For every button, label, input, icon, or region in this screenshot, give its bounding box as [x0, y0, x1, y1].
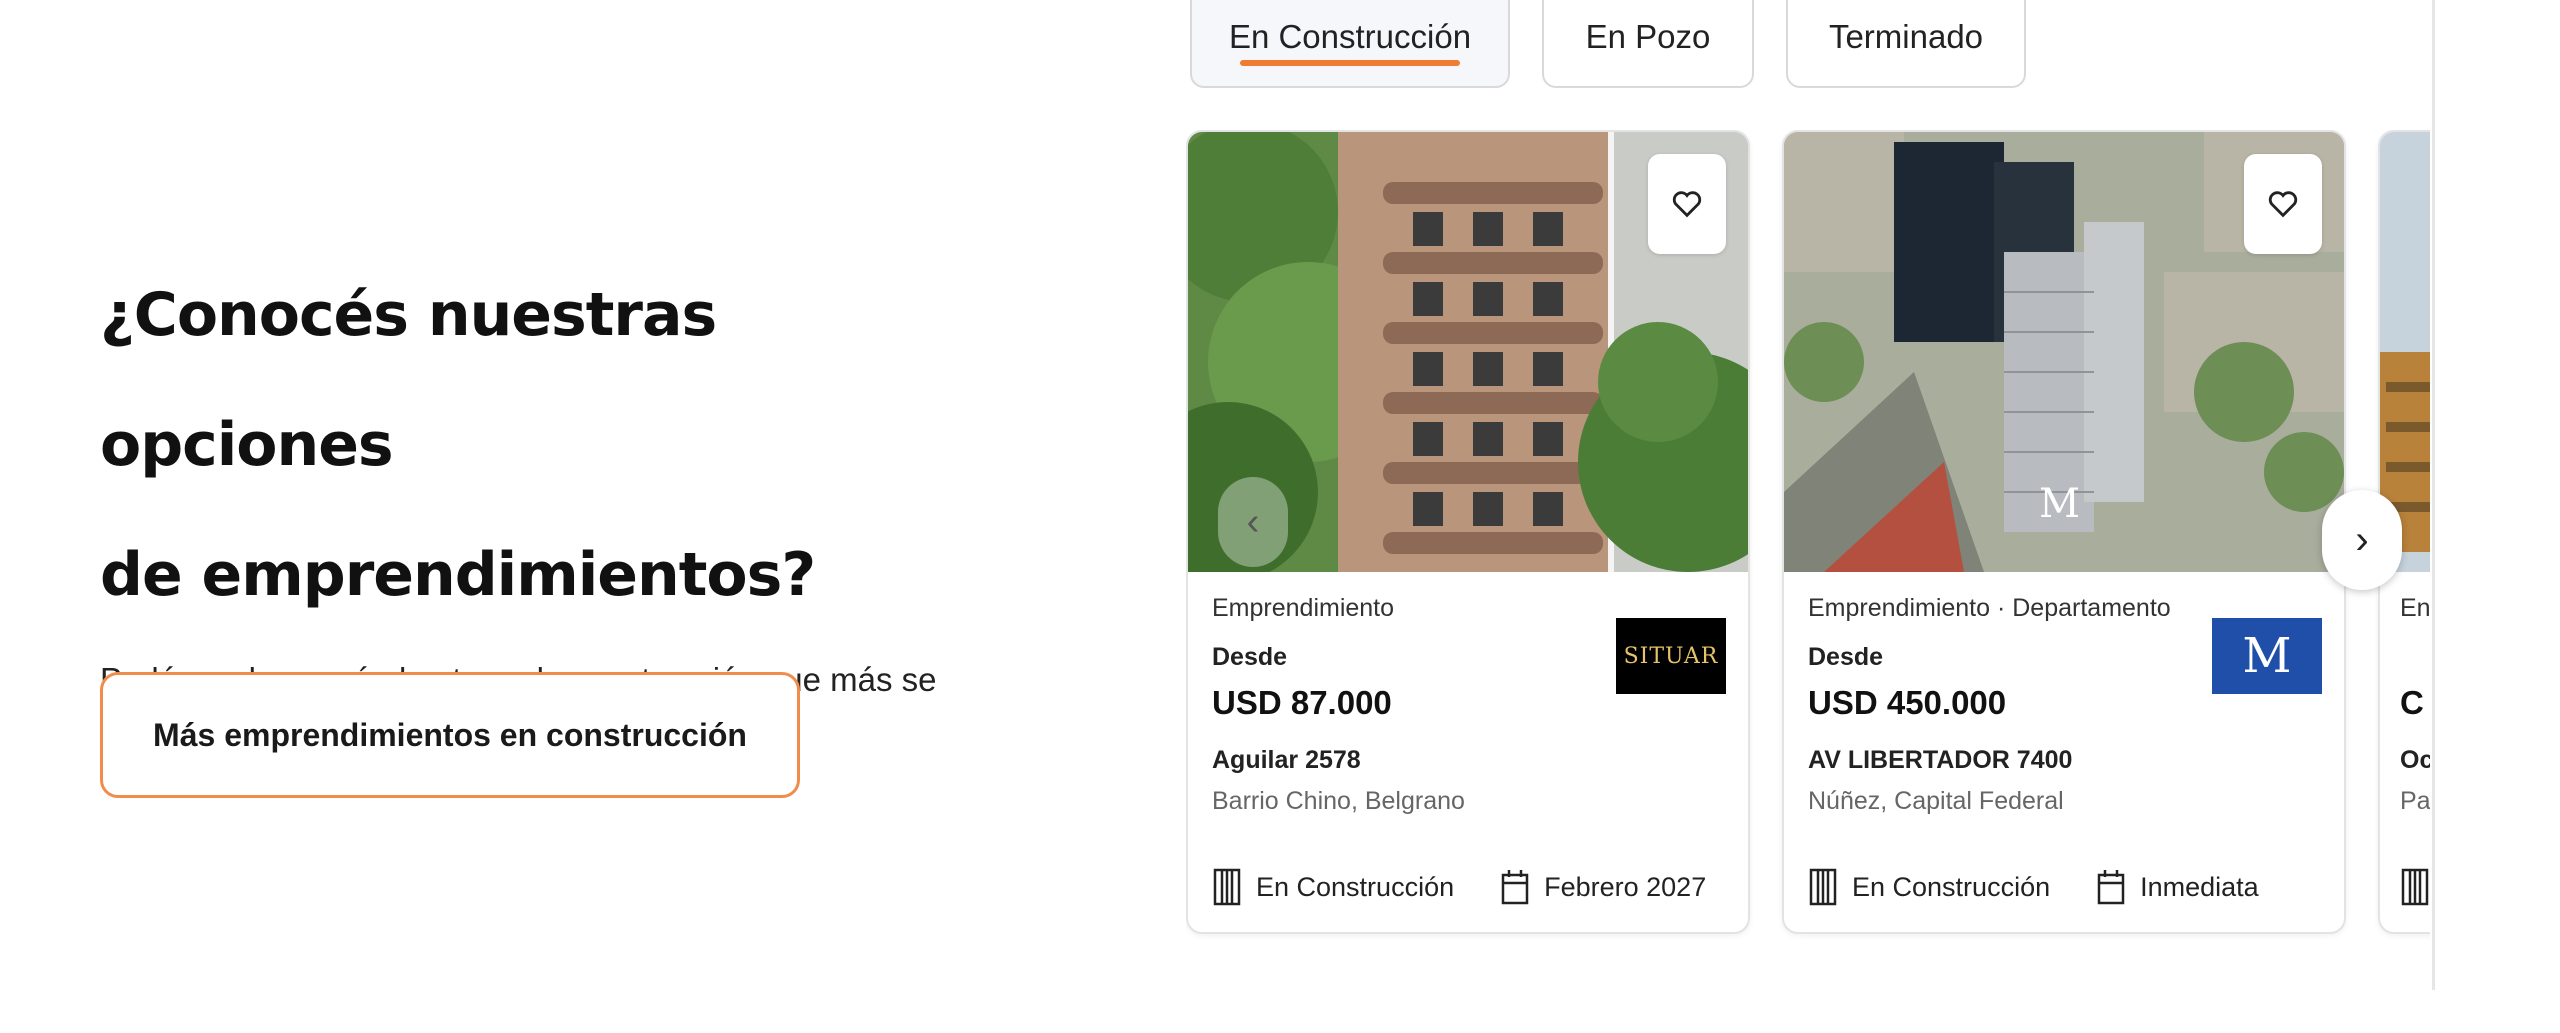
developer-logo-text: M [2242, 628, 2292, 684]
developer-logo: SITUAR [1616, 618, 1726, 694]
building-icon [1213, 868, 1241, 906]
card-info: En C Oc Pa [2400, 594, 2430, 816]
projects-carousel: ‹ Emprendimiento Desde USD 87.000 Aguila… [1186, 130, 2430, 940]
section-headline: ¿Conocés nuestras opciones de emprendimi… [100, 250, 1000, 640]
more-projects-button[interactable]: Más emprendimientos en construcción [100, 672, 800, 798]
project-area: Pa [2400, 787, 2430, 815]
project-address: Oc [2400, 746, 2430, 774]
favorite-button[interactable] [1648, 154, 1726, 254]
delivery-label: Febrero 2027 [1544, 871, 1707, 902]
developer-logo: M [2212, 618, 2322, 694]
carousel-edge-divider [2432, 0, 2435, 990]
project-meta [2400, 868, 2430, 906]
stage-label: En Construcción [1852, 871, 2051, 902]
active-tab-underline [1240, 60, 1460, 66]
stage-label: En Construcción [1256, 871, 1455, 902]
svg-text:M: M [2039, 481, 2080, 527]
project-card[interactable]: ‹ Emprendimiento Desde USD 87.000 Aguila… [1186, 130, 1750, 934]
project-area: Barrio Chino, Belgrano [1212, 787, 1465, 815]
project-address: Aguilar 2578 [1212, 746, 1361, 774]
chevron-left-icon[interactable]: ‹ [1218, 477, 1288, 567]
project-type: En [2400, 594, 2430, 622]
heart-outline-icon [2268, 191, 2298, 218]
tab-label: En Pozo [1585, 18, 1711, 55]
project-card[interactable]: M Emprendimiento · Departamento Desde US… [1782, 130, 2346, 934]
project-meta: En Construcción Inmediata [1808, 868, 2259, 906]
project-price: C [2400, 684, 2424, 721]
tab-en-construccion[interactable]: En Construcción [1190, 0, 1510, 88]
favorite-button[interactable] [2244, 154, 2322, 254]
tab-terminado[interactable]: Terminado [1786, 0, 2026, 88]
building-icon [2401, 868, 2429, 906]
project-address: AV LIBERTADOR 7400 [1808, 746, 2073, 774]
tab-en-pozo[interactable]: En Pozo [1542, 0, 1754, 88]
headline-line-2: de emprendimientos? [100, 540, 816, 610]
project-meta: En Construcción Febrero 2027 [1212, 868, 1706, 906]
project-area: Núñez, Capital Federal [1808, 787, 2064, 815]
calendar-icon [2097, 870, 2125, 905]
developer-logo-text: SITUAR [1623, 643, 1719, 669]
calendar-icon [1501, 870, 1529, 905]
building-icon [1809, 868, 1837, 906]
headline-line-1: ¿Conocés nuestras opciones [100, 280, 717, 480]
chevron-right-icon[interactable]: › [2322, 490, 2402, 590]
stage-tabs: En Construcción En Pozo Terminado [1190, 0, 2026, 88]
delivery-label: Inmediata [2140, 871, 2259, 902]
tab-label: Terminado [1828, 18, 1984, 55]
tab-label: En Construcción [1228, 18, 1472, 55]
heart-outline-icon [1672, 191, 1702, 218]
